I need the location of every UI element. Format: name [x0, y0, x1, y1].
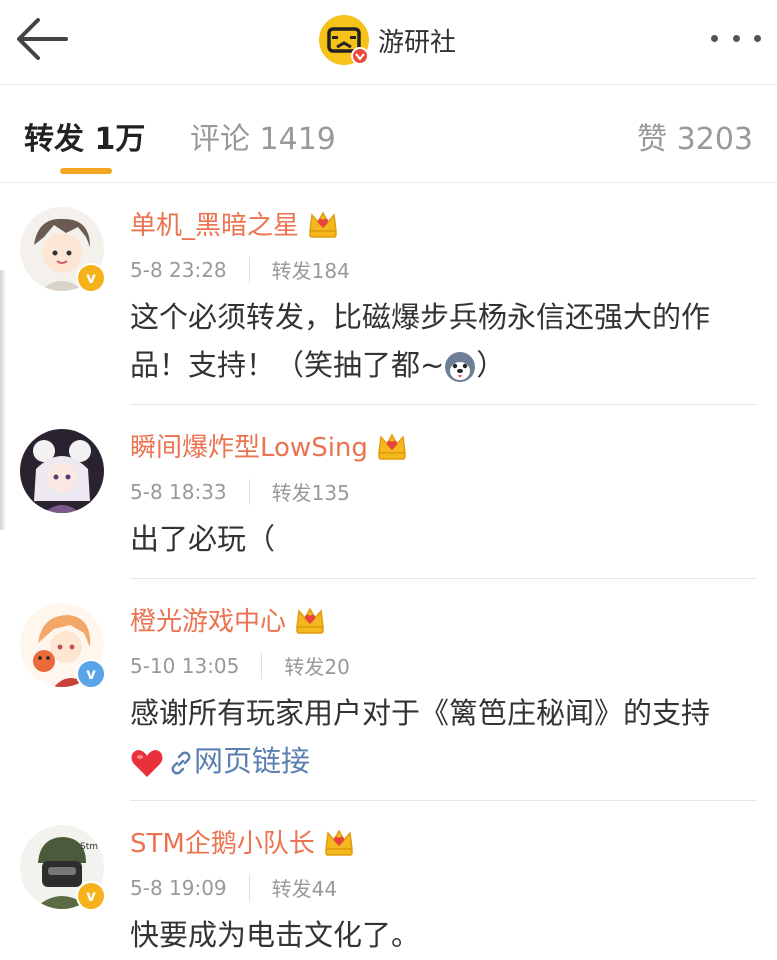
- post-text: 快要成为电击文化了。: [130, 918, 421, 952]
- link-icon: [171, 751, 191, 775]
- post-content: 快要成为电击文化了。: [130, 911, 760, 959]
- verified-badge-icon: v: [76, 659, 106, 689]
- list-item[interactable]: v 单机_黑暗之星 5-8 23:28 转发184 这个必须转发，比磁爆步兵杨永…: [0, 183, 777, 405]
- meta-divider: [248, 478, 250, 505]
- verified-badge-icon: v: [76, 881, 106, 911]
- user-name[interactable]: 单机_黑暗之星: [130, 205, 299, 242]
- post-text: 这个必须转发，比磁爆步兵杨永信还强大的作品！支持！（笑抽了都~: [130, 300, 711, 382]
- repost-count: 转发20: [284, 655, 350, 679]
- husky-emoji-icon: [445, 352, 476, 382]
- avatar[interactable]: [20, 429, 104, 513]
- post-time: 5-10 13:05: [130, 653, 240, 678]
- more-dots-icon[interactable]: [711, 26, 761, 50]
- youyanshe-logo-icon: [319, 15, 369, 65]
- repost-count: 转发44: [271, 877, 338, 901]
- list-item[interactable]: v 橙光游戏中心 5-10 13:05 转发20 感谢所有玩家用户对于《篱笆庄秘…: [0, 579, 777, 801]
- meta-divider: [248, 874, 250, 901]
- crown-badge-icon: [296, 606, 324, 634]
- web-link[interactable]: 网页链接: [194, 744, 310, 778]
- tab-bar: 转发 1万 评论 1419 赞 3203: [0, 84, 777, 183]
- meta-divider: [261, 652, 263, 679]
- post-text-tail: ）: [476, 348, 506, 382]
- tab-like[interactable]: 赞 3203: [637, 114, 753, 158]
- tab-repost[interactable]: 转发 1万: [24, 114, 145, 158]
- heart-icon: [131, 750, 163, 777]
- post-time: 5-8 19:09: [130, 875, 227, 900]
- user-name[interactable]: 橙光游戏中心: [130, 601, 286, 638]
- crown-badge-icon: [324, 828, 353, 856]
- list-item[interactable]: Stm v STM企鹅小队长 5-8 19:09 转发44 快要成为电击文化了。: [0, 801, 777, 960]
- account-title[interactable]: 游研社: [318, 14, 456, 66]
- user-name[interactable]: STM企鹅小队长: [130, 823, 315, 860]
- tab-comment[interactable]: 评论 1419: [190, 114, 336, 158]
- page-title: 游研社: [378, 27, 457, 58]
- back-arrow-icon[interactable]: [14, 14, 70, 64]
- verified-badge-icon: v: [76, 263, 106, 293]
- post-content: 感谢所有玩家用户对于《篱笆庄秘闻》的支持 网页链接: [130, 689, 760, 785]
- post-text: 感谢所有玩家用户对于《篱笆庄秘闻》的支持: [130, 696, 711, 730]
- active-tab-indicator: [60, 168, 112, 174]
- crown-badge-icon: [378, 432, 406, 460]
- post-time: 5-8 23:28: [130, 257, 227, 282]
- post-time: 5-8 18:33: [130, 479, 227, 504]
- post-content: 出了必玩（: [130, 515, 760, 563]
- svg-text:Stm: Stm: [80, 842, 98, 852]
- repost-count: 转发184: [271, 259, 350, 283]
- repost-count: 转发135: [271, 481, 350, 505]
- list-item[interactable]: 瞬间爆炸型LowSing 5-8 18:33 转发135 出了必玩（: [0, 405, 777, 579]
- meta-divider: [248, 256, 250, 283]
- user-name[interactable]: 瞬间爆炸型LowSing: [130, 427, 368, 464]
- crown-badge-icon: [309, 210, 337, 238]
- post-content: 这个必须转发，比磁爆步兵杨永信还强大的作品！支持！（笑抽了都~ ）: [130, 293, 760, 389]
- top-bar: 游研社: [0, 0, 777, 85]
- post-text: 出了必玩（: [130, 522, 276, 556]
